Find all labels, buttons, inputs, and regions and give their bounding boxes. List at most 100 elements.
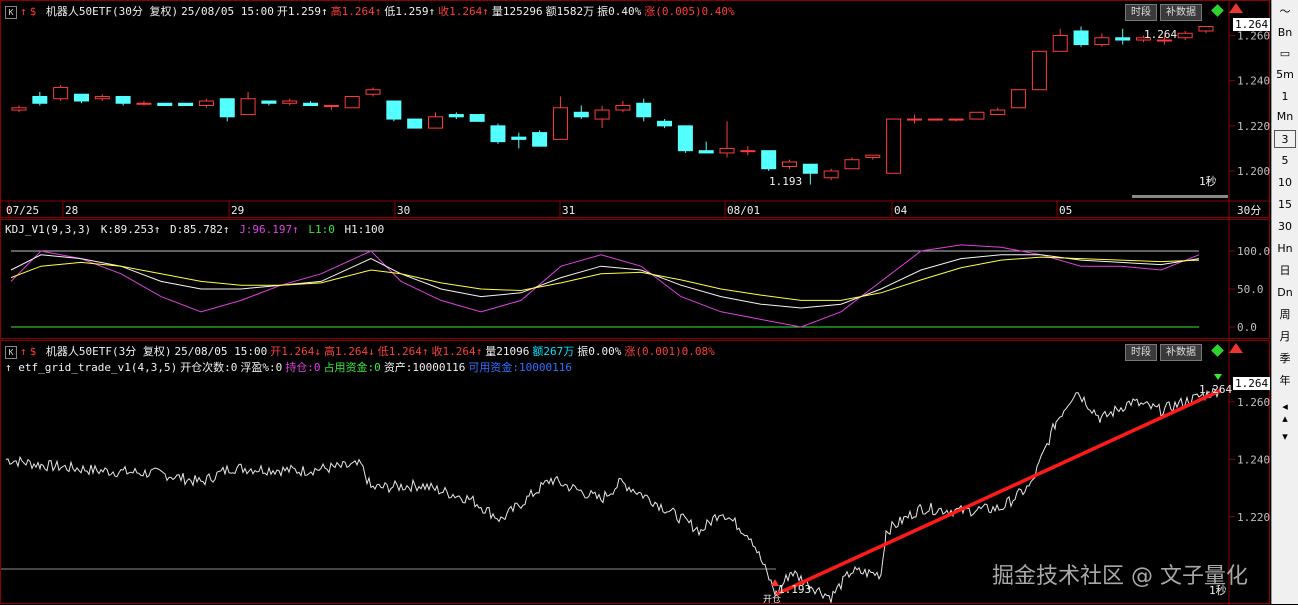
sidebar-period-4[interactable]: 1 bbox=[1274, 88, 1296, 106]
low-price-label: 1.193 bbox=[769, 175, 802, 188]
sidebar-period-13[interactable]: Dn bbox=[1274, 284, 1296, 302]
candle-up bbox=[886, 118, 902, 174]
sidebar-period-7[interactable]: 5 bbox=[1274, 152, 1296, 170]
candle-up bbox=[865, 154, 881, 158]
candle-up bbox=[344, 95, 360, 109]
current-price-tag: 1.264 bbox=[1235, 377, 1268, 390]
candle-down bbox=[261, 100, 277, 104]
candle-up bbox=[1011, 89, 1027, 109]
candle-down bbox=[73, 93, 89, 102]
candle-up bbox=[906, 118, 922, 121]
sidebar-period-5[interactable]: Mn bbox=[1274, 108, 1296, 126]
sidebar-period-16[interactable]: 季 bbox=[1274, 350, 1296, 368]
candle-up bbox=[198, 100, 214, 107]
candle-up bbox=[1031, 50, 1047, 91]
candle-up bbox=[94, 95, 110, 100]
candle-down bbox=[1073, 30, 1089, 46]
low-price-label: 1.193 bbox=[778, 583, 811, 596]
candle-down bbox=[636, 102, 652, 118]
candle-down bbox=[802, 163, 818, 174]
date-label: 08/01 bbox=[727, 204, 760, 217]
candle-down bbox=[761, 150, 777, 170]
sidebar-period-19[interactable]: ▴ bbox=[1274, 410, 1296, 428]
scroll-thumb bbox=[1132, 195, 1228, 198]
kdj-tick-label: 0.0 bbox=[1237, 321, 1257, 334]
current-price-tag: 1.264 bbox=[1235, 18, 1268, 31]
candle-up bbox=[1052, 35, 1068, 52]
candle-down bbox=[386, 100, 402, 120]
sidebar-period-0[interactable]: 〜 bbox=[1274, 3, 1296, 21]
candle-up bbox=[948, 118, 964, 121]
candle-up bbox=[615, 105, 631, 111]
candle-down bbox=[448, 114, 464, 118]
candle-up bbox=[1177, 32, 1193, 39]
sidebar-period-17[interactable]: 年 bbox=[1274, 372, 1296, 390]
kdj-chart: 100.0 50.0 0.0 bbox=[10, 220, 1270, 340]
kdj-k-line bbox=[10, 254, 1200, 309]
sidebar-period-8[interactable]: 10 bbox=[1274, 174, 1296, 192]
candle-up bbox=[240, 98, 256, 116]
candle-up bbox=[53, 86, 69, 100]
candlestick-panel-30m: K ↑ $ 机器人50ETF(30分 复权) 25/08/05 15:00 开1.259… bbox=[0, 0, 1271, 219]
sidebar-period-11[interactable]: Hn bbox=[1274, 240, 1296, 258]
candle-down bbox=[1115, 37, 1131, 41]
candle-up bbox=[427, 116, 443, 129]
candle-down bbox=[532, 132, 548, 147]
candle-chart: 1.260 1.240 1.220 1.200 1.264 1.193 1秒 1.264 07/… bbox=[1, 1, 1271, 219]
sidebar-period-9[interactable]: 15 bbox=[1274, 196, 1296, 214]
trading-terminal: K ↑ $ 机器人50ETF(30分 复权) 25/08/05 15:00 开1.259… bbox=[0, 0, 1298, 605]
refresh-seconds-label: 1秒 bbox=[1199, 174, 1217, 188]
candle-up bbox=[136, 102, 152, 105]
candle-down bbox=[573, 111, 589, 118]
sidebar-period-20[interactable]: ▾ bbox=[1274, 428, 1296, 446]
candle-up bbox=[990, 109, 1006, 116]
candle-down bbox=[490, 125, 506, 143]
candle-down bbox=[511, 136, 527, 140]
candle-up bbox=[552, 107, 568, 140]
y-tick-label: 1.260 bbox=[1237, 396, 1270, 409]
candle-up bbox=[844, 159, 860, 170]
candle-down bbox=[698, 150, 714, 154]
high-price-label: 1.264 bbox=[1199, 383, 1232, 396]
signal-arrow-icon bbox=[1214, 374, 1222, 380]
candle-down bbox=[657, 120, 673, 127]
kdj-tick-label: 50.0 bbox=[1237, 283, 1264, 296]
kdj-d-line bbox=[10, 256, 1200, 301]
date-label: 07/25 bbox=[6, 204, 39, 217]
sidebar-period-3[interactable]: 5m bbox=[1274, 66, 1296, 84]
period-sidebar: 〜 Bn ▭ 5m 1 Mn 3 5 10 15 30 Hn 日 Dn 周月季年 ◂ ▴ ▾ bbox=[1271, 0, 1298, 604]
sidebar-period-10[interactable]: 30 bbox=[1274, 218, 1296, 236]
sidebar-period-15[interactable]: 月 bbox=[1274, 328, 1296, 346]
sidebar-period-14[interactable]: 周 bbox=[1274, 306, 1296, 324]
candle-up bbox=[323, 105, 339, 108]
kdj-j-line bbox=[10, 244, 1200, 328]
kdj-panel: KDJ_V1(9,3,3) K:89.253↑ D:85.782↑ J:96.1… bbox=[0, 219, 1270, 340]
sidebar-period-1[interactable]: Bn bbox=[1274, 24, 1296, 42]
candle-down bbox=[178, 102, 194, 107]
sidebar-period-6[interactable]: 3 bbox=[1274, 130, 1296, 148]
candle-down bbox=[407, 118, 423, 129]
high-price-label: 1.264 bbox=[1144, 28, 1177, 41]
candle-down bbox=[677, 125, 693, 152]
candle-up bbox=[927, 118, 943, 121]
candle-up bbox=[594, 109, 610, 120]
candle-up bbox=[782, 161, 798, 167]
candle-up bbox=[1094, 37, 1110, 46]
candle-down bbox=[115, 95, 131, 104]
candle-down bbox=[303, 102, 319, 107]
candle-up bbox=[1198, 25, 1214, 32]
candle-down bbox=[219, 98, 235, 118]
candle-up bbox=[969, 111, 985, 120]
date-label: 28 bbox=[65, 204, 78, 217]
candle-down bbox=[157, 102, 173, 107]
date-label: 04 bbox=[894, 204, 908, 217]
sidebar-period-12[interactable]: 日 bbox=[1274, 262, 1296, 280]
date-label: 31 bbox=[562, 204, 575, 217]
candle-down bbox=[469, 114, 485, 122]
sidebar-period-2[interactable]: ▭ bbox=[1274, 45, 1296, 63]
watermark: 掘金技术社区 @ 文子量化 bbox=[992, 564, 1248, 589]
date-label: 05 bbox=[1059, 204, 1072, 217]
y-tick-label: 1.220 bbox=[1237, 120, 1270, 133]
date-label: 30 bbox=[397, 204, 410, 217]
y-tick-label: 1.200 bbox=[1237, 165, 1270, 178]
